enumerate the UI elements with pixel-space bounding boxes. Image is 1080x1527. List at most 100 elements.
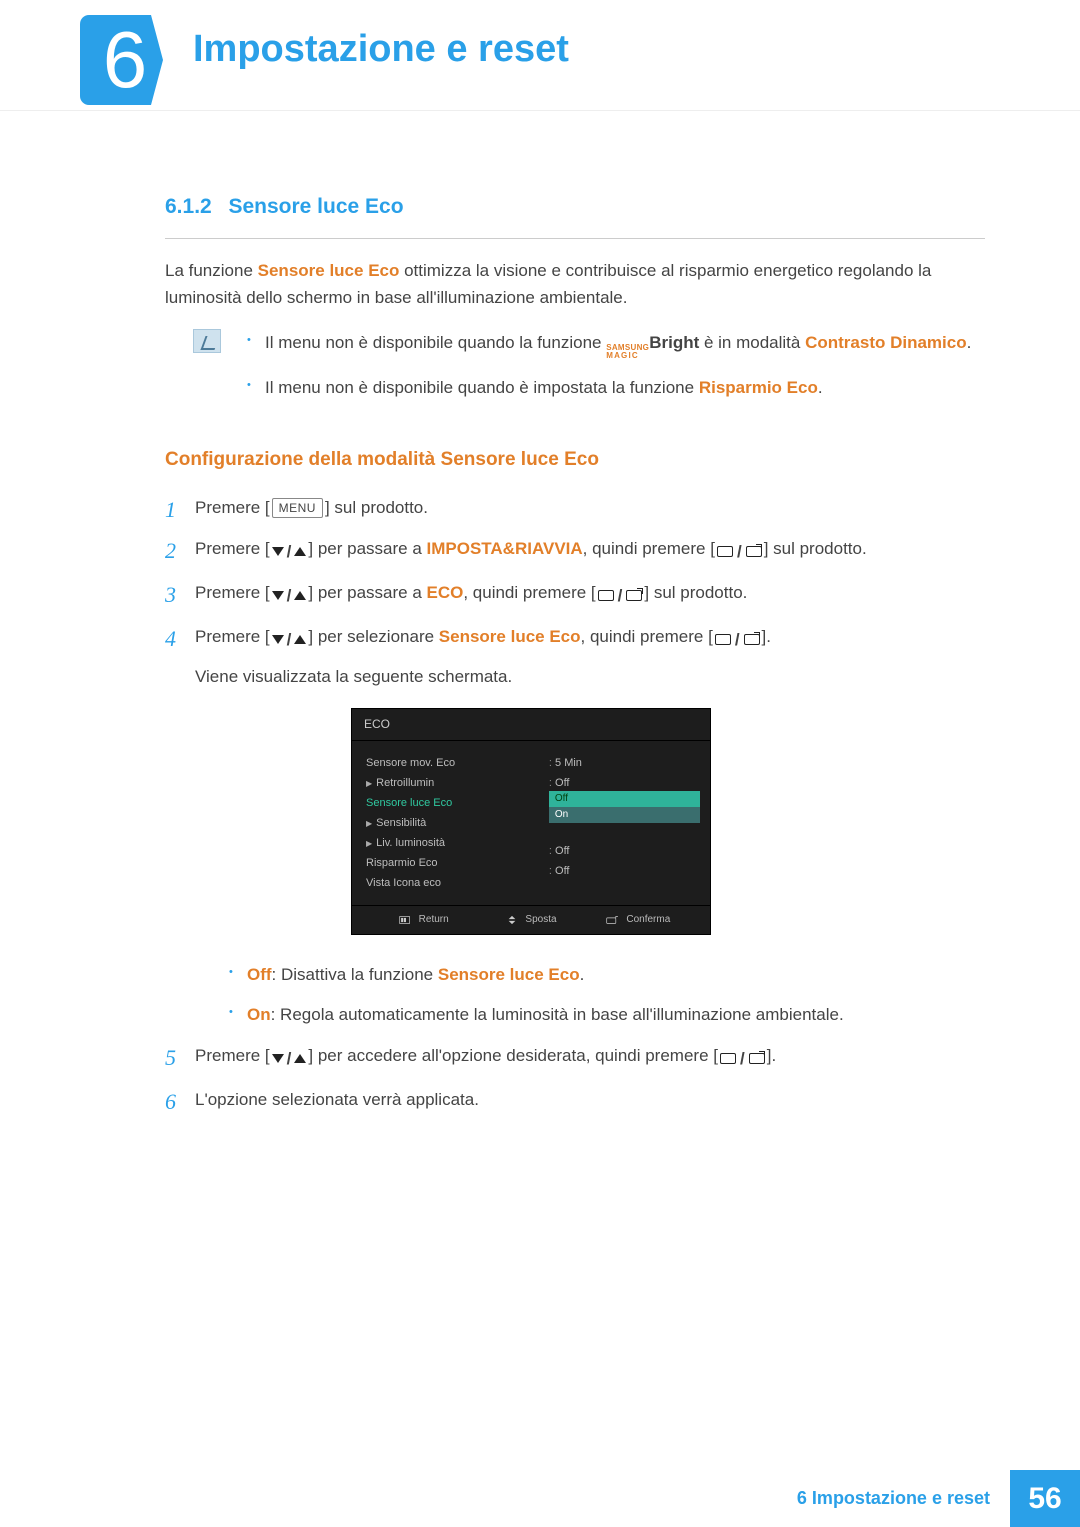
text: , quindi premere [ xyxy=(583,539,715,558)
keyword-sensore-luce-eco: Sensore luce Eco xyxy=(439,627,581,646)
osd-subitem: Sensibilità xyxy=(366,813,535,833)
text: Premere [ xyxy=(195,539,270,558)
confirm-icon: / xyxy=(598,582,643,609)
step-4: 4 Premere [/] per selezionare Sensore lu… xyxy=(165,623,985,1028)
bullet-off: Off: Disattiva la funzione Sensore luce … xyxy=(225,961,985,988)
text: . xyxy=(818,378,823,397)
step-number: 6 xyxy=(165,1084,176,1119)
text: , quindi premere [ xyxy=(581,627,713,646)
text: ] per passare a xyxy=(308,539,426,558)
divider xyxy=(165,238,985,239)
nav-up-down-icon: / xyxy=(272,1045,307,1072)
text: ] per selezionare xyxy=(308,627,438,646)
text: ] per passare a xyxy=(308,583,426,602)
text: La funzione xyxy=(165,261,258,280)
keyword-sensore-luce-eco: Sensore luce Eco xyxy=(438,965,580,984)
osd-foot-label: Sposta xyxy=(525,912,556,928)
osd-subitem: Retroillumin xyxy=(366,773,535,793)
text: , quindi premere [ xyxy=(463,583,595,602)
confirm-icon: / xyxy=(720,1045,765,1072)
osd-value: Off xyxy=(549,777,570,789)
step-1: 1 Premere [MENU] sul prodotto. xyxy=(165,494,985,521)
step-6: 6 L'opzione selezionata verrà applicata. xyxy=(165,1086,985,1113)
osd-values-right: 5 Min Off Off On Off Off xyxy=(549,749,710,897)
step-3: 3 Premere [/] per passare a ECO, quindi … xyxy=(165,579,985,609)
osd-item-selected: Sensore luce Eco xyxy=(366,793,535,813)
keyword-contrasto-dinamico: Contrasto Dinamico xyxy=(805,333,967,352)
text: ]. xyxy=(762,627,771,646)
text: Il menu non è disponibile quando è impos… xyxy=(265,378,699,397)
step-number: 4 xyxy=(165,621,176,656)
osd-foot-label: Return xyxy=(419,912,449,928)
intro-paragraph: La funzione Sensore luce Eco ottimizza l… xyxy=(165,257,985,311)
step-2: 2 Premere [/] per passare a IMPOSTA&RIAV… xyxy=(165,535,985,565)
keyword-on: On xyxy=(247,1005,271,1024)
section-title: Sensore luce Eco xyxy=(228,195,403,218)
osd-value: Off xyxy=(549,865,570,877)
text: : Disattiva la funzione xyxy=(272,965,438,984)
confirm-icon xyxy=(606,915,620,925)
text: . xyxy=(580,965,585,984)
note-block: Il menu non è disponibile quando la funz… xyxy=(193,329,985,415)
keyword-imposta-riavvia: IMPOSTA&RIAVVIA xyxy=(427,539,583,558)
osd-menu-left: Sensore mov. Eco Retroillumin Sensore lu… xyxy=(352,749,549,897)
note-item: Il menu non è disponibile quando la funz… xyxy=(243,329,971,360)
text: è in modalità xyxy=(699,333,805,352)
text: L'opzione selezionata verrà applicata. xyxy=(195,1090,479,1109)
nav-up-down-icon: / xyxy=(272,626,307,653)
text: . xyxy=(967,333,972,352)
keyword-eco: ECO xyxy=(427,583,464,602)
osd-value: Off xyxy=(549,845,570,857)
osd-screenshot: ECO Sensore mov. Eco Retroillumin Sensor… xyxy=(351,708,711,935)
page-footer: 6 Impostazione e reset 56 xyxy=(797,1470,1080,1527)
step-number: 2 xyxy=(165,533,176,568)
text: Premere [ xyxy=(195,627,270,646)
content-area: 6.1.2 Sensore luce Eco La funzione Senso… xyxy=(165,190,985,1127)
step-5: 5 Premere [/] per accedere all'opzione d… xyxy=(165,1042,985,1072)
nav-up-down-icon: / xyxy=(272,538,307,565)
osd-option: On xyxy=(549,807,700,823)
keyword-risparmio-eco: Risparmio Eco xyxy=(699,378,818,397)
osd-foot-label: Conferma xyxy=(626,912,670,928)
return-icon xyxy=(399,915,413,925)
step-number: 5 xyxy=(165,1040,176,1075)
osd-item: Risparmio Eco xyxy=(366,853,535,873)
divider xyxy=(0,110,1080,111)
text-bold: Bright xyxy=(649,333,699,352)
confirm-icon: / xyxy=(717,538,762,565)
note-icon xyxy=(193,329,221,353)
text: Il menu non è disponibile quando la funz… xyxy=(265,333,606,352)
text: ] per accedere all'opzione desiderata, q… xyxy=(308,1046,718,1065)
text: Premere [ xyxy=(195,583,270,602)
text: ] sul prodotto. xyxy=(325,498,428,517)
nav-up-down-icon: / xyxy=(272,582,307,609)
steps-list: 1 Premere [MENU] sul prodotto. 2 Premere… xyxy=(165,494,985,1114)
osd-option-highlight: Off xyxy=(549,791,700,807)
text: Premere [ xyxy=(195,498,270,517)
samsung-magic-logo: SAMSUNGMAGIC xyxy=(606,344,649,360)
sub-bullets: Off: Disattiva la funzione Sensore luce … xyxy=(225,961,985,1027)
chapter-number-badge: 6 xyxy=(80,15,170,105)
text: ] sul prodotto. xyxy=(644,583,747,602)
osd-footer: Return Sposta Conferma xyxy=(352,905,710,934)
step-number: 1 xyxy=(165,492,176,527)
chapter-title: Impostazione e reset xyxy=(193,28,569,71)
keyword-off: Off xyxy=(247,965,272,984)
sub-heading: Configurazione della modalità Sensore lu… xyxy=(165,445,985,475)
osd-item: Vista Icona eco xyxy=(366,873,535,893)
page: 6 Impostazione e reset 6.1.2 Sensore luc… xyxy=(0,0,1080,1527)
osd-dropdown: Off On xyxy=(549,791,700,823)
text: Premere [ xyxy=(195,1046,270,1065)
note-list: Il menu non è disponibile quando la funz… xyxy=(243,329,971,415)
text: ] sul prodotto. xyxy=(764,539,867,558)
keyword-sensore-luce-eco: Sensore luce Eco xyxy=(258,261,400,280)
bullet-on: On: Regola automaticamente la luminosità… xyxy=(225,1001,985,1028)
step-number: 3 xyxy=(165,577,176,612)
section-heading: 6.1.2 Sensore luce Eco xyxy=(165,190,985,224)
osd-value: 5 Min xyxy=(549,757,582,769)
menu-key-icon: MENU xyxy=(272,498,323,518)
text: : Regola automaticamente la luminosità i… xyxy=(271,1005,844,1024)
osd-title: ECO xyxy=(352,709,710,741)
osd-subitem: Liv. luminosità xyxy=(366,833,535,853)
note-item: Il menu non è disponibile quando è impos… xyxy=(243,374,971,401)
